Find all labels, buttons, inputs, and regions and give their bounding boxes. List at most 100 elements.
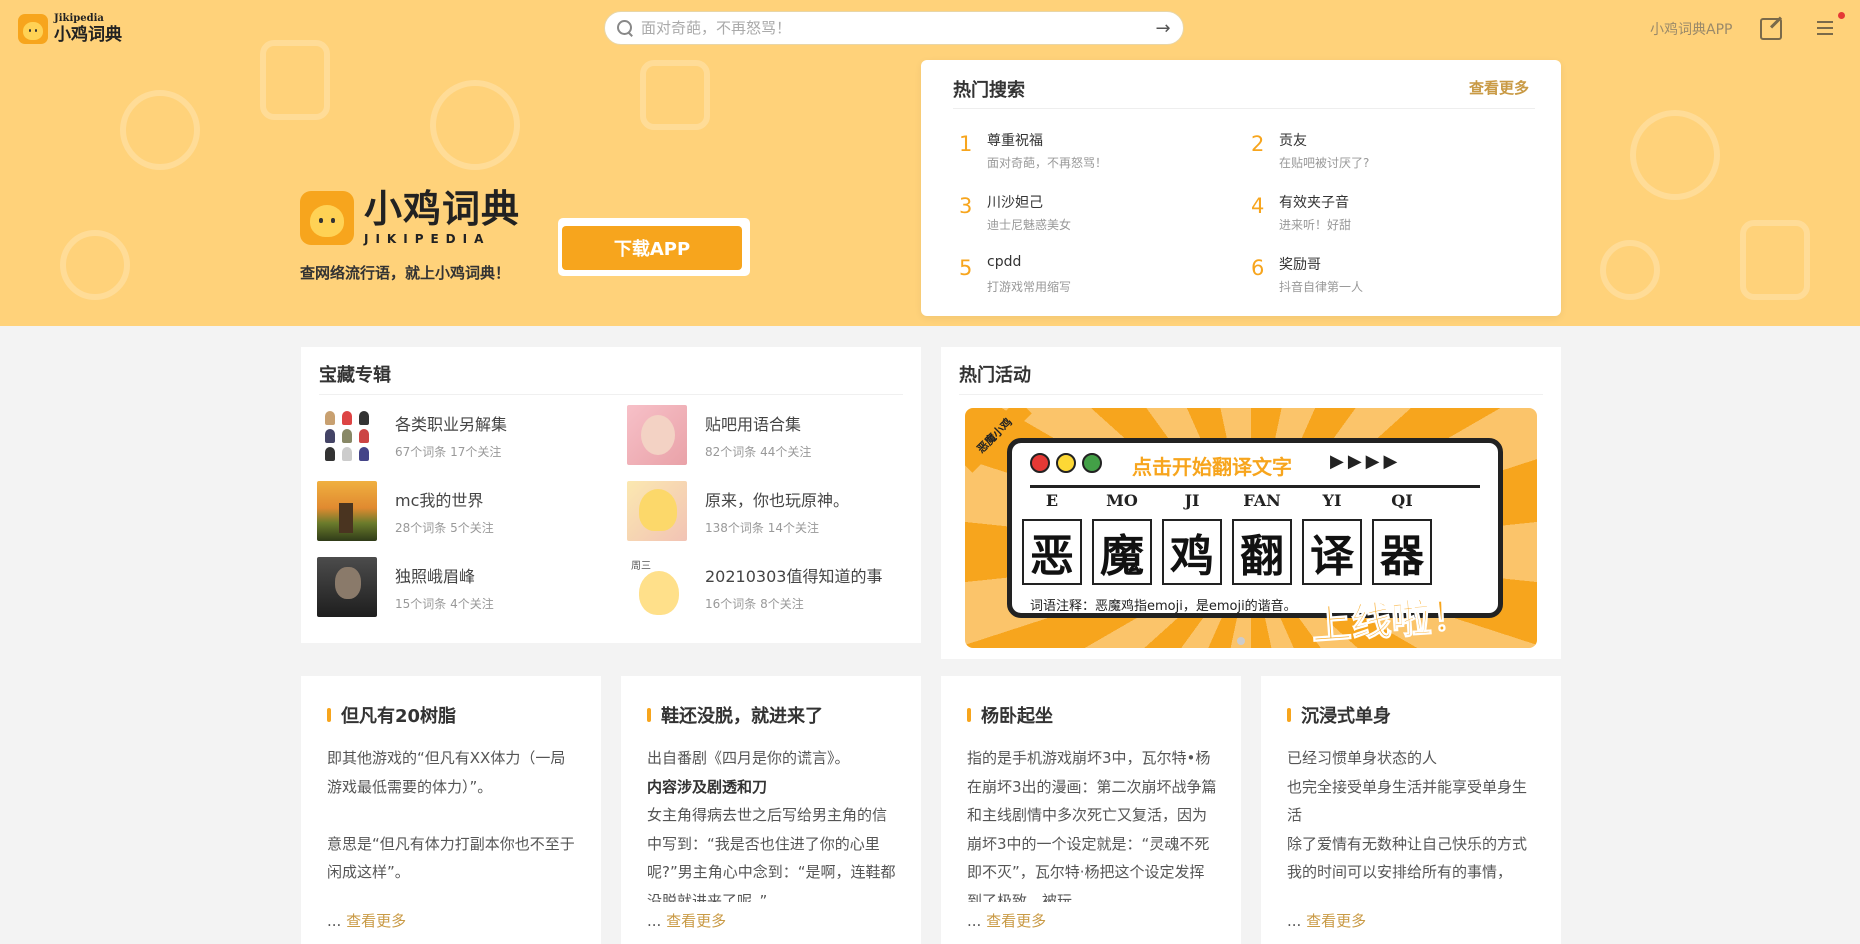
word-card[interactable]: 杨卧起坐 指的是手机游戏崩坏3中，瓦尔特•杨在崩坏3出的漫画：第二次崩坏战争篇和… <box>941 676 1241 944</box>
album-item[interactable]: 独照峨眉峰 15个词条 4个关注 <box>317 557 607 619</box>
app-download-link[interactable]: 小鸡词典APP <box>1650 19 1732 39</box>
ellipsis: ... <box>967 912 982 930</box>
album-name: 原来，你也玩原神。 <box>705 491 850 510</box>
banner-pinyin: E <box>1045 491 1059 510</box>
album-item[interactable]: mc我的世界 28个词条 5个关注 <box>317 481 607 543</box>
logo-en: Jikipedia <box>54 13 104 24</box>
read-more-link[interactable]: 查看更多 <box>1306 912 1366 930</box>
album-name: 独照峨眉峰 <box>395 567 476 586</box>
brand-name: 小鸡词典 <box>364 187 521 231</box>
banner-note: 词语注释：恶魔鸡指emoji，是emoji的谐音。 <box>1030 599 1297 614</box>
hot-search-item[interactable]: 3 川沙妲己 迪士尼魅惑美女 <box>921 190 1201 236</box>
album-meta: 67个词条 17个关注 <box>395 445 502 459</box>
word-title[interactable]: 杨卧起坐 <box>981 702 1053 728</box>
banner-pinyin: FAN <box>1243 491 1281 510</box>
album-name: mc我的世界 <box>395 491 484 510</box>
carousel-dot[interactable] <box>1237 637 1245 645</box>
word-title[interactable]: 沉浸式单身 <box>1301 702 1391 728</box>
album-thumbnail <box>627 405 687 465</box>
hot-sub: 打游戏常用缩写 <box>987 280 1072 294</box>
chick-logo-icon <box>18 14 48 44</box>
album-thumbnail <box>317 557 377 617</box>
banner-divider <box>1030 485 1480 488</box>
download-app-button[interactable]: 下载APP <box>562 226 742 270</box>
deco-circle <box>430 80 520 170</box>
search-input[interactable] <box>641 19 1149 37</box>
title-accent <box>1287 708 1291 722</box>
title-accent <box>967 708 971 722</box>
hot-word: 有效夹子音 <box>1279 195 1349 211</box>
word-card[interactable]: 鞋还没脱，就进来了 出自番剧《四月是你的谎言》。 内容涉及剧透和刀 女主角得病去… <box>621 676 921 944</box>
ellipsis: ... <box>647 912 662 930</box>
excerpt-paragraph: 除了爱情有无数种让自己快乐的方式 <box>1287 834 1528 853</box>
deco-square <box>640 60 710 130</box>
banner-headline: 上线啦！ <box>1309 592 1473 648</box>
divider <box>953 108 1535 109</box>
album-name: 贴吧用语合集 <box>705 415 802 434</box>
hot-rank: 1 <box>959 132 973 156</box>
read-more: ... 查看更多 <box>967 910 1046 931</box>
read-more-link[interactable]: 查看更多 <box>986 912 1046 930</box>
site-logo[interactable]: Jikipedia 小鸡词典 <box>18 14 122 44</box>
word-card[interactable]: 沉浸式单身 已经习惯单身状态的人 也完全接受单身生活并能享受单身生活 除了爱情有… <box>1261 676 1561 944</box>
word-excerpt: 即其他游戏的“但凡有XX体力（一局游戏最低需要的体力）”。 意思是“但凡有体力打… <box>327 744 577 902</box>
album-meta: 28个词条 5个关注 <box>395 521 494 535</box>
word-excerpt: 出自番剧《四月是你的谎言》。 内容涉及剧透和刀 女主角得病去世之后写给男主角的信… <box>647 744 897 902</box>
hot-search-item[interactable]: 4 有效夹子音 进来听！好甜 <box>1213 190 1493 236</box>
notification-dot <box>1838 12 1845 19</box>
hot-search-title: 热门搜索 <box>953 80 1025 101</box>
banner-char: 翻 <box>1232 519 1292 585</box>
logo-cn: 小鸡词典 <box>54 25 122 45</box>
excerpt-paragraph <box>327 801 577 830</box>
deco-circle <box>60 230 130 300</box>
excerpt-paragraph: 意思是“但凡有体力打副本你也不至于闲成这样”。 <box>327 834 575 882</box>
carousel-indicator[interactable] <box>1237 630 1265 648</box>
word-card[interactable]: 但凡有20树脂 即其他游戏的“但凡有XX体力（一局游戏最低需要的体力）”。 意思… <box>301 676 601 944</box>
album-meta: 15个词条 4个关注 <box>395 597 494 611</box>
hot-search-card: 热门搜索 查看更多 1 尊重祝福 面对奇葩，不再怒骂！ 2 贡友 在贴吧被讨厌了… <box>921 60 1561 316</box>
deco-circle <box>120 90 200 170</box>
excerpt-paragraph: 即其他游戏的“但凡有XX体力（一局游戏最低需要的体力）”。 <box>327 749 566 796</box>
hot-search-more-link[interactable]: 查看更多 <box>1469 77 1529 98</box>
divider <box>959 394 1543 395</box>
hot-rank: 6 <box>1251 256 1265 280</box>
hot-search-item[interactable]: 6 奖励哥 抖音自律第一人 <box>1213 252 1493 298</box>
hot-word: 贡友 <box>1279 133 1307 149</box>
banner-pinyin: MO <box>1106 491 1138 510</box>
search-submit-arrow-icon[interactable]: → <box>1149 18 1177 39</box>
activity-banner[interactable]: 恶魔小鸡 点击开始翻译文字 ▶▶▶▶ E MO JI FAN YI QI 恶 魔… <box>965 408 1537 648</box>
brand-block: 小鸡词典 JIKIPEDIA <box>300 190 520 246</box>
title-accent <box>327 708 331 722</box>
carousel-dot-active[interactable] <box>1251 637 1259 645</box>
read-more-link[interactable]: 查看更多 <box>666 912 726 930</box>
excerpt-paragraph: 已经习惯单身状态的人 <box>1287 749 1438 767</box>
excerpt-paragraph: 女主角得病去世之后写给男主角的信中写到：“我是否也住进了你的心里呢?”男主角心中… <box>647 806 896 902</box>
search-bar: → <box>604 11 1184 45</box>
hot-search-item[interactable]: 5 cpdd 打游戏常用缩写 <box>921 252 1201 298</box>
deco-circle <box>1630 110 1720 200</box>
collections-title: 宝藏专辑 <box>319 365 391 386</box>
album-thumbnail <box>317 405 377 465</box>
hot-rank: 5 <box>959 256 973 280</box>
excerpt-paragraph: 我的时间可以安排给所有的事情， <box>1287 863 1513 881</box>
album-item[interactable]: 各类职业另解集 67个词条 17个关注 <box>317 405 607 467</box>
title-accent <box>647 708 651 722</box>
deco-square <box>260 40 330 120</box>
hot-word: cpdd <box>987 254 1022 270</box>
hot-search-item[interactable]: 2 贡友 在贴吧被讨厌了? <box>1213 128 1493 174</box>
excerpt-paragraph: 也完全接受单身生活并能享受单身生活 <box>1287 777 1528 825</box>
word-title[interactable]: 但凡有20树脂 <box>341 702 456 728</box>
read-more-link[interactable]: 查看更多 <box>346 912 406 930</box>
album-item[interactable]: 贴吧用语合集 82个词条 44个关注 <box>627 405 917 467</box>
menu-icon[interactable] <box>1817 21 1833 37</box>
album-name: 各类职业另解集 <box>395 415 508 434</box>
hot-sub: 抖音自律第一人 <box>1279 280 1364 294</box>
album-item[interactable]: 原来，你也玩原神。 138个词条 14个关注 <box>627 481 917 543</box>
edit-icon[interactable] <box>1760 18 1782 40</box>
hot-sub: 迪士尼魅惑美女 <box>987 218 1072 232</box>
hero-banner: Jikipedia 小鸡词典 → 小鸡词典APP 小鸡词典 JIKIPEDIA … <box>0 0 1860 326</box>
album-meta: 82个词条 44个关注 <box>705 445 812 459</box>
word-title[interactable]: 鞋还没脱，就进来了 <box>661 702 823 728</box>
album-item[interactable]: 周三 20210303值得知道的事 16个词条 8个关注 <box>627 557 917 619</box>
hot-search-item[interactable]: 1 尊重祝福 面对奇葩，不再怒骂！ <box>921 128 1201 174</box>
